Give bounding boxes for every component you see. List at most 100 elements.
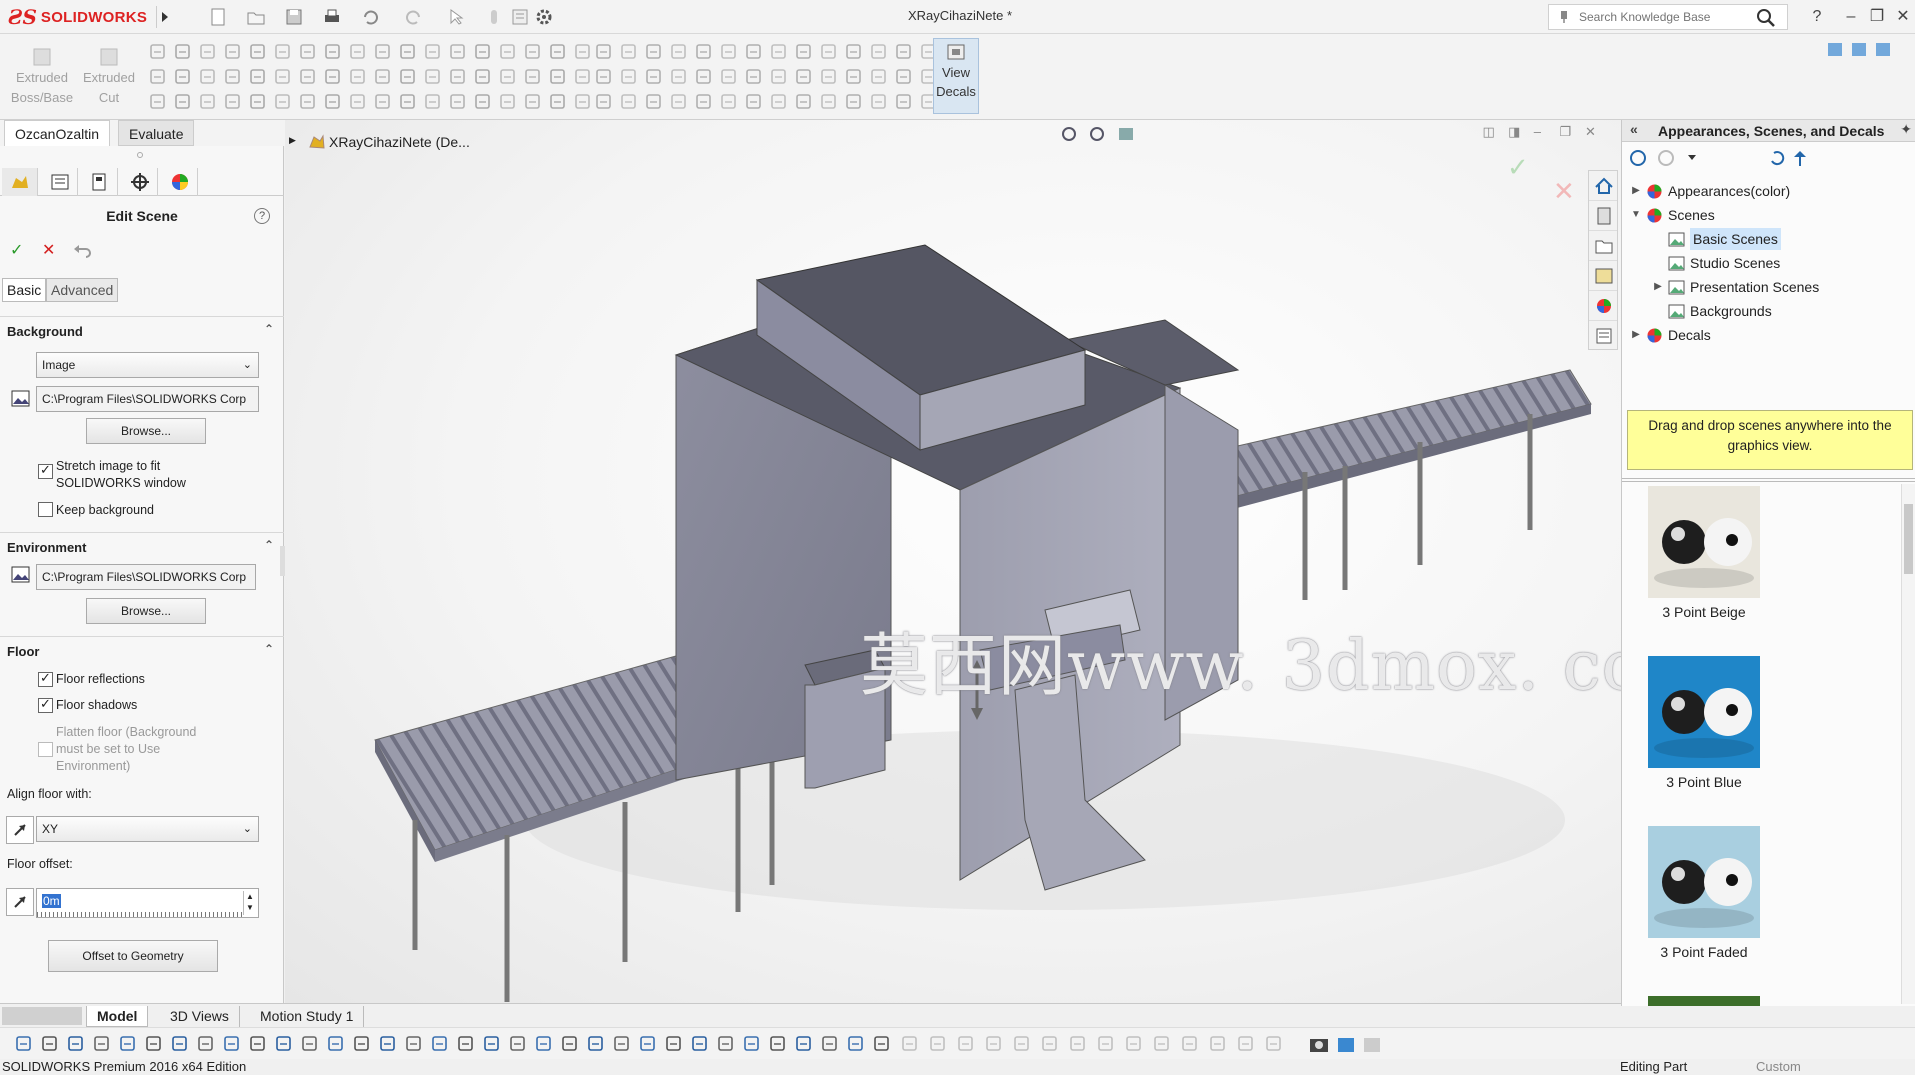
toolbar-tool-icon[interactable] [423, 92, 442, 111]
toolbar-tool-icon[interactable] [1180, 1034, 1202, 1056]
toolbar-tool-icon[interactable] [619, 67, 638, 86]
toolbar-tool-icon[interactable] [690, 1034, 712, 1056]
toolbar-tool-icon[interactable] [594, 67, 613, 86]
toolbar-tool-icon[interactable] [664, 1034, 686, 1056]
toolbar-tool-icon[interactable] [323, 67, 342, 86]
toolbar-tool-icon[interactable] [612, 1034, 634, 1056]
toolbar-tool-icon[interactable] [573, 42, 592, 61]
collapse-chevron-icon[interactable]: ⌃ [264, 538, 274, 552]
toolbar-tool-icon[interactable] [1264, 1034, 1286, 1056]
thumbnail-scrollbar[interactable] [1901, 484, 1915, 1004]
toolbar-tool-icon[interactable] [144, 1034, 166, 1056]
toolbar-tool-icon[interactable] [248, 1034, 270, 1056]
thumbwheel[interactable] [37, 912, 243, 917]
toolbar-tool-icon[interactable] [473, 67, 492, 86]
tab-3d-views[interactable]: 3D Views [160, 1006, 240, 1027]
toolbar-tool-icon[interactable] [523, 67, 542, 86]
scene-thumbnail[interactable] [1648, 826, 1760, 938]
tree-item[interactable]: ▶ Decals [1622, 324, 1915, 346]
toolbar-tool-icon[interactable] [298, 42, 317, 61]
background-type-select[interactable]: Image ⌄ [36, 352, 259, 378]
toolbar-tool-icon[interactable] [118, 1034, 140, 1056]
toolbar-tool-icon[interactable] [548, 42, 567, 61]
search-icon[interactable] [1755, 7, 1777, 29]
knowledge-search-input[interactable] [1579, 10, 1749, 24]
toolbar-tool-icon[interactable] [573, 92, 592, 111]
toolbar-tool-icon[interactable] [196, 1034, 218, 1056]
toolbar-tool-icon[interactable] [819, 42, 838, 61]
home-icon[interactable] [1589, 171, 1617, 201]
scene-thumbnail[interactable] [1648, 996, 1760, 1006]
toolbar-tool-icon[interactable] [638, 1034, 660, 1056]
toolbar-tool-icon[interactable] [448, 92, 467, 111]
toolbar-tool-icon[interactable] [928, 1034, 950, 1056]
save-icon[interactable] [284, 7, 304, 27]
toolbar-tool-icon[interactable] [173, 92, 192, 111]
expand-arrow-icon[interactable]: ▶ [1652, 276, 1664, 298]
toolbar-tool-icon[interactable] [619, 42, 638, 61]
toolbar-tool-icon[interactable] [523, 92, 542, 111]
toolbar-tool-icon[interactable] [323, 92, 342, 111]
toolbar-tool-icon[interactable] [1096, 1034, 1118, 1056]
toolbar-tool-icon[interactable] [768, 1034, 790, 1056]
toolbar-tool-icon[interactable] [719, 92, 738, 111]
environment-section-header[interactable]: Environment ⌃ [0, 532, 284, 560]
toolbar-tool-icon[interactable] [430, 1034, 452, 1056]
open-folder-icon[interactable] [246, 7, 266, 27]
tab-basic[interactable]: Basic [2, 278, 47, 302]
toolbar-tool-icon[interactable] [548, 67, 567, 86]
toolbar-tool-icon[interactable] [669, 92, 688, 111]
toolbar-tool-icon[interactable] [819, 67, 838, 86]
toolbar-tool-icon[interactable] [273, 67, 292, 86]
feature-manager-tab-icon[interactable] [2, 168, 38, 196]
toolbar-tool-icon[interactable] [1152, 1034, 1174, 1056]
tab-motion-study[interactable]: Motion Study 1 [250, 1006, 365, 1027]
toolbar-tool-icon[interactable] [423, 42, 442, 61]
keep-background-checkbox[interactable] [38, 502, 53, 517]
help-icon[interactable]: ? [1806, 6, 1828, 28]
toolbar-tool-icon[interactable] [872, 1034, 894, 1056]
toolbar-tool-icon[interactable] [323, 42, 342, 61]
configuration-manager-tab-icon[interactable] [82, 168, 118, 196]
toolbar-tool-icon[interactable] [148, 92, 167, 111]
toolbar-tool-icon[interactable] [644, 92, 663, 111]
toolbar-tool-icon[interactable] [869, 92, 888, 111]
toolbar-tool-icon[interactable] [794, 67, 813, 86]
toolbar-tool-icon[interactable] [148, 67, 167, 86]
tree-item[interactable]: ▼ Scenes [1622, 204, 1915, 226]
toolbar-tool-icon[interactable] [273, 92, 292, 111]
toolbar-tool-icon[interactable] [173, 42, 192, 61]
toolbar-tool-icon[interactable] [694, 42, 713, 61]
toolbar-tool-icon[interactable] [398, 92, 417, 111]
toolbar-tool-icon[interactable] [352, 1034, 374, 1056]
toolbar-tool-icon[interactable] [222, 1034, 244, 1056]
toolbar-tool-icon[interactable] [373, 67, 392, 86]
background-section-header[interactable]: Background ⌃ [0, 316, 284, 344]
stretch-image-checkbox[interactable] [38, 462, 53, 479]
toolbar-tool-icon[interactable] [794, 42, 813, 61]
toolbar-tool-icon[interactable] [956, 1034, 978, 1056]
view-palette-icon[interactable] [1589, 261, 1617, 291]
close-window-button[interactable]: ✕ [1892, 6, 1914, 28]
tree-item[interactable]: Basic Scenes [1622, 228, 1915, 250]
xray-machine-model[interactable] [285, 120, 1621, 1006]
toolbar-tool-icon[interactable] [769, 42, 788, 61]
toolbar-tool-icon[interactable] [844, 42, 863, 61]
undo-icon[interactable] [360, 7, 380, 27]
design-library-icon[interactable] [1589, 201, 1617, 231]
toolbar-tool-icon[interactable] [373, 92, 392, 111]
scene-thumbnail[interactable] [1648, 486, 1760, 598]
tree-item[interactable]: Studio Scenes [1622, 252, 1915, 274]
tree-item[interactable]: Backgrounds [1622, 300, 1915, 322]
toolbar-tool-icon[interactable] [669, 42, 688, 61]
toolbar-tool-icon[interactable] [274, 1034, 296, 1056]
toolbar-tool-icon[interactable] [66, 1034, 88, 1056]
floor-reflections-checkbox[interactable] [38, 670, 53, 687]
toolbar-tool-icon[interactable] [1040, 1034, 1062, 1056]
toolbar-tool-icon[interactable] [900, 1034, 922, 1056]
extruded-boss-button[interactable]: Extruded Boss/Base [8, 46, 76, 108]
toolbar-tool-icon[interactable] [40, 1034, 62, 1056]
toolbar-tool-icon[interactable] [869, 42, 888, 61]
toolbar-tool-icon[interactable] [523, 42, 542, 61]
help-icon[interactable]: ? [254, 208, 270, 224]
